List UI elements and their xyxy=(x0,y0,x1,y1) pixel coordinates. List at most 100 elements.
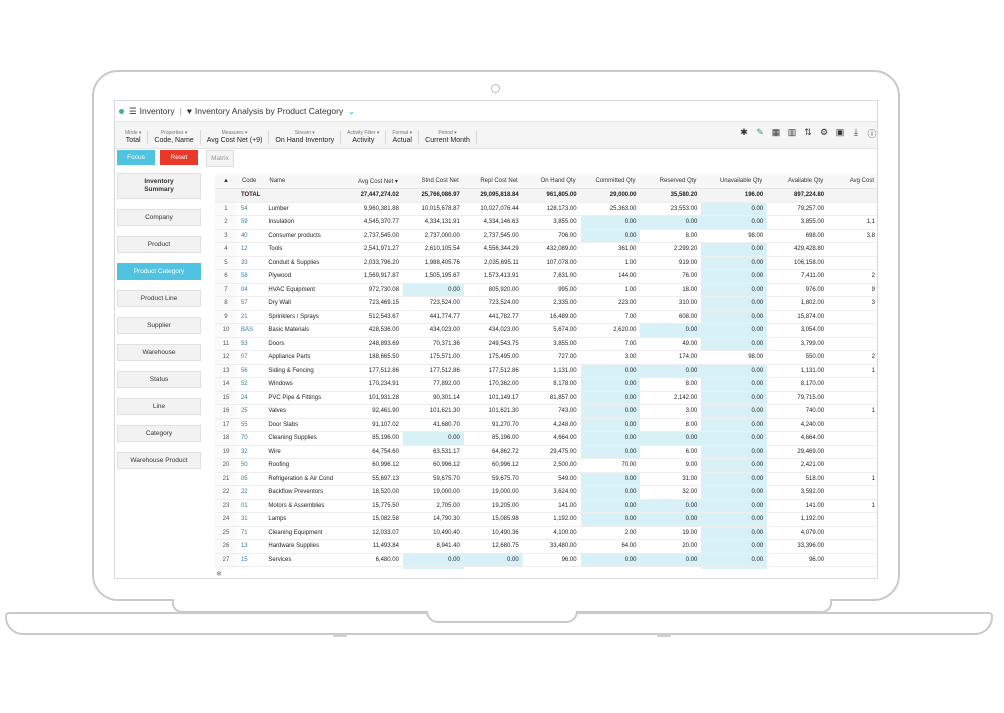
column-header-reserved-qty[interactable]: Reserved Qty xyxy=(640,174,702,189)
sidebar-item-category[interactable]: Category xyxy=(117,425,201,442)
table-row[interactable]: 8 57 Dry Wall 723,469.15 723,524.00 723,524.0… xyxy=(215,296,877,311)
code-link[interactable]: 55 xyxy=(236,418,265,432)
table-row[interactable]: 11 53 Doors 248,893.69 70,371.36 249,543.75 3,… xyxy=(215,337,877,351)
sidebar-item-supplier[interactable]: Supplier xyxy=(117,317,201,334)
brush-icon[interactable]: ✎ xyxy=(755,127,765,140)
column-header-stnd-cost-net[interactable]: Stnd Cost Net xyxy=(402,174,464,189)
column-header-avg-cost[interactable]: Avg Cost xyxy=(828,174,877,189)
toolbar-stream[interactable]: Stream ▾ On Hand Inventory xyxy=(269,130,342,144)
code-link[interactable]: 32 xyxy=(236,445,265,459)
code-link[interactable]: 21 xyxy=(236,310,265,324)
column-header-unavailable-qty[interactable]: Unavailable Qty xyxy=(701,174,768,189)
sidebar-item-warehouse-product[interactable]: Warehouse Product xyxy=(117,452,201,469)
table-row[interactable]: 21 05 Refrigeration & Air Cond 55,697.13 59,… xyxy=(215,472,877,486)
table-row[interactable]: 23 01 Motors & Assemblies 15,775.50 2,705.00… xyxy=(215,499,877,513)
code-link[interactable]: 31 xyxy=(236,512,265,527)
column-header-name[interactable]: Name xyxy=(264,174,338,189)
table-row[interactable]: 18 70 Cleaning Supplies 85,196.00 0.00 85,196… xyxy=(215,431,877,446)
table-row[interactable]: 2 59 Insulation 4,545,370.77 4,334,131.91 4,3… xyxy=(215,215,877,230)
table-row[interactable]: 19 32 Wire 64,754.60 63,531.17 64,862.72 29,47… xyxy=(215,445,877,459)
table-row[interactable]: 26 13 Hardware Supplies 11,493.84 8,941.40 12… xyxy=(215,539,877,554)
column-header-on-hand-qty[interactable]: On Hand Qty xyxy=(522,174,581,189)
code-link[interactable]: 70 xyxy=(236,431,265,446)
table-row[interactable]: 2814Safety & Equipment2,293.100.001,293.… xyxy=(215,566,877,569)
toolbar-mode[interactable]: Mode ▾ Total xyxy=(119,130,149,144)
code-link[interactable]: 50 xyxy=(236,458,265,473)
column-header-available-qty[interactable]: Available Qty xyxy=(767,174,829,189)
table-row[interactable]: 12 07 Appliance Parts 188,665.50 175,571.00 1… xyxy=(215,350,877,365)
column-header-code[interactable]: Code xyxy=(236,174,265,189)
gear-icon[interactable]: ⚙ xyxy=(819,127,829,140)
table-row[interactable]: 17 55 Door Slabs 91,107.02 41,680.70 91,270.7… xyxy=(215,418,877,432)
column-header-avg-cost-net[interactable]: Avg Cost Net ▾ xyxy=(337,174,403,189)
table-row[interactable]: 5 33 Conduit & Supplies 2,033,796.20 1,988,4… xyxy=(215,256,877,270)
code-link[interactable]: 05 xyxy=(236,472,265,486)
column-header-committed-qty[interactable]: Committed Qty xyxy=(580,174,641,189)
code-link[interactable]: 33 xyxy=(236,256,265,270)
sidebar-item-product-line[interactable]: Product Line xyxy=(117,290,201,307)
toolbar-activity-filter[interactable]: Activity Filter ▾ Activity xyxy=(341,130,387,144)
code-link[interactable]: 07 xyxy=(236,350,265,365)
code-link[interactable]: 14 xyxy=(236,566,265,569)
table-row[interactable]: 27 15 Services 6,480.00 0.00 0.00 96.00 0.00 0.0… xyxy=(215,553,877,567)
table-row[interactable]: 9 21 Sprinklers / Sprays 512,543.67 441,774.… xyxy=(215,310,877,324)
table-row[interactable]: 25 71 Cleaning Equipment 12,033.07 10,490.40… xyxy=(215,526,877,540)
sidebar-item-inventory-summary[interactable]: Inventory Summary xyxy=(117,173,201,199)
sort-toggle-icon[interactable]: ▲ xyxy=(215,174,237,189)
table-row[interactable]: 4 12 Tools 2,541,971.27 2,610,105.54 4,556,34… xyxy=(215,242,877,257)
column-header-repl-cost-net[interactable]: Repl Cost Net xyxy=(463,174,523,189)
code-link[interactable]: 22 xyxy=(236,485,265,500)
sidebar-item-product-category[interactable]: Product Category xyxy=(117,263,201,280)
code-link[interactable]: 24 xyxy=(236,391,265,405)
reset-button[interactable]: Reset xyxy=(160,150,198,165)
code-link[interactable]: BAS xyxy=(236,323,265,338)
lock-icon[interactable]: ▣ xyxy=(835,127,845,140)
focus-button[interactable]: Focus xyxy=(117,150,155,165)
table-row[interactable]: 22 22 Backflow Preventors 18,520.00 19,000.0… xyxy=(215,485,877,500)
chevron-down-icon[interactable]: ⌄ xyxy=(348,107,355,116)
code-link[interactable]: 57 xyxy=(236,296,265,311)
toolbar-properties[interactable]: Properties ▾ Code, Name xyxy=(148,130,201,144)
table-row[interactable]: 13 56 Siding & Fencing 177,512.86 177,512.86… xyxy=(215,364,877,378)
sidebar-item-status[interactable]: Status xyxy=(117,371,201,388)
matrix-button[interactable]: Matrix xyxy=(206,150,234,167)
table-row[interactable]: 7 04 HVAC Equipment 972,730.08 0.00 805,920.0… xyxy=(215,283,877,297)
table-row[interactable]: 1 54 Lumber 9,960,381.88 10,015,678.87 10,027… xyxy=(215,202,877,216)
code-link[interactable]: 13 xyxy=(236,539,265,554)
sidebar-item-line[interactable]: Line xyxy=(117,398,201,415)
breadcrumb-page[interactable]: ♥ Inventory Analysis by Product Category… xyxy=(187,106,355,116)
code-link[interactable]: 01 xyxy=(236,499,265,513)
sidebar-item-product[interactable]: Product xyxy=(117,236,201,253)
code-link[interactable]: 58 xyxy=(236,269,265,284)
table-row[interactable]: 10 BAS Basic Materials 428,536.00 434,023.00… xyxy=(215,323,877,338)
table-row[interactable]: 3 40 Consumer products 2,737,545.00 2,737,00… xyxy=(215,229,877,243)
table-icon[interactable]: ▦ xyxy=(771,127,781,140)
download-icon[interactable]: ⤓ xyxy=(851,127,861,140)
info-icon[interactable]: ⓘ xyxy=(867,127,877,140)
bug-icon[interactable]: ✱ xyxy=(739,127,749,140)
code-link[interactable]: 12 xyxy=(236,242,265,257)
breadcrumb-root[interactable]: ☰ Inventory xyxy=(129,106,175,117)
code-link[interactable]: 56 xyxy=(236,364,265,378)
code-link[interactable]: 25 xyxy=(236,404,265,419)
table-row[interactable]: 16 25 Valves 92,461.90 101,621.30 101,621.30 7… xyxy=(215,404,877,419)
code-link[interactable]: 71 xyxy=(236,526,265,540)
toolbar-measures[interactable]: Measures ▾ Avg Cost Net (+9) xyxy=(201,130,270,144)
toolbar-period[interactable]: Period ▾ Current Month xyxy=(419,130,477,144)
snowflake-icon[interactable]: ❄ xyxy=(216,570,222,578)
sidebar-item-company[interactable]: Company xyxy=(117,209,201,226)
code-link[interactable]: 52 xyxy=(236,377,265,392)
sidebar-item-warehouse[interactable]: Warehouse xyxy=(117,344,201,361)
code-link[interactable]: 53 xyxy=(236,337,265,351)
table-row[interactable]: 24 31 Lamps 15,082.58 14,790.30 15,085.98 1,19… xyxy=(215,512,877,527)
chart-icon[interactable]: ▥ xyxy=(787,127,797,140)
code-link[interactable]: 15 xyxy=(236,553,265,567)
table-row[interactable]: 15 24 PVC Pipe & Fittings 101,931.28 90,301.… xyxy=(215,391,877,405)
code-link[interactable]: 40 xyxy=(236,229,265,243)
code-link[interactable]: 54 xyxy=(236,202,265,216)
table-row[interactable]: 6 58 Plywood 1,569,917.87 1,505,195.67 1,573,… xyxy=(215,269,877,284)
sort-icon[interactable]: ⇅ xyxy=(803,127,813,140)
table-row[interactable]: 20 50 Roofing 60,996.12 60,996.12 60,996.12 2,… xyxy=(215,458,877,473)
table-row[interactable]: 14 52 Windows 170,234.91 77,892.00 170,362.00… xyxy=(215,377,877,392)
toolbar-format[interactable]: Format ▾ Actual xyxy=(386,130,420,144)
